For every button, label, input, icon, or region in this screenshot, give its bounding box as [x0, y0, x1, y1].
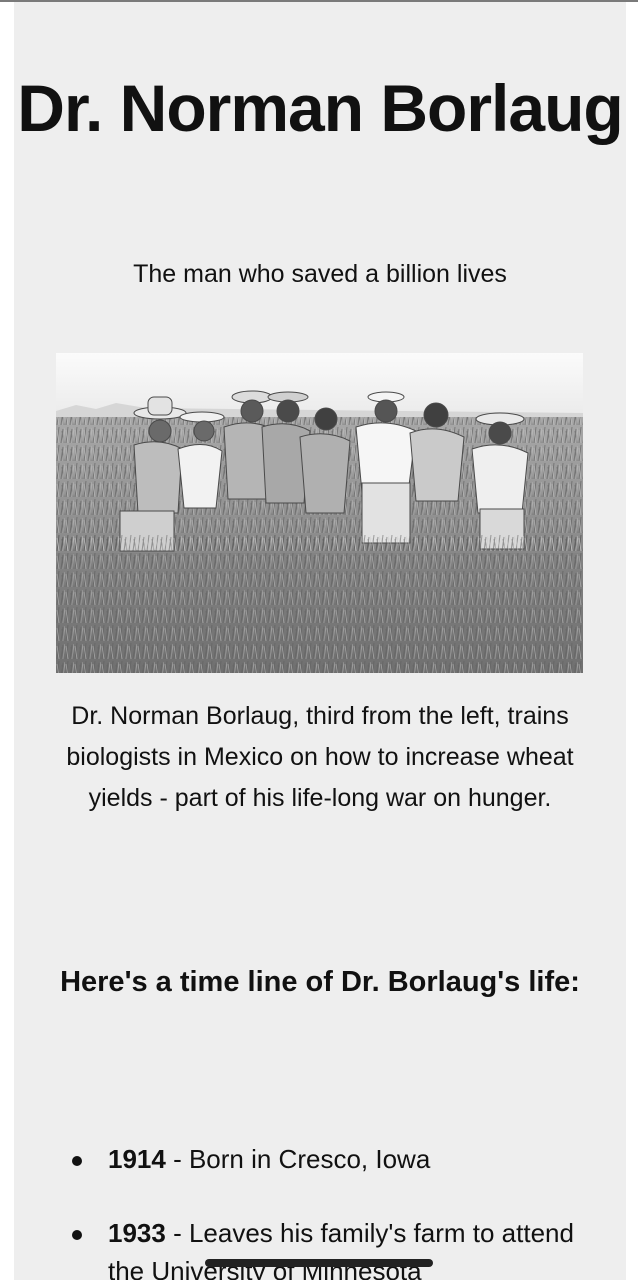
timeline-year: 1914 [108, 1144, 166, 1174]
timeline-item: 1914 - Born in Cresco, Iowa [72, 1140, 596, 1178]
photo-caption: Dr. Norman Borlaug, third from the left,… [66, 702, 574, 812]
timeline-year: 1933 [108, 1218, 166, 1248]
timeline-item-text: 1914 - Born in Cresco, Iowa [76, 1140, 596, 1178]
timeline-item-text: 1933 - Leaves his family's farm to atten… [76, 1214, 596, 1280]
timeline-heading: Here's a time line of Dr. Borlaug's life… [60, 966, 580, 998]
home-indicator[interactable] [205, 1259, 433, 1267]
bullet-icon [72, 1230, 82, 1240]
article-page: Dr. Norman Borlaug The man who saved a b… [14, 2, 626, 1280]
timeline-item: 1933 - Leaves his family's farm to atten… [72, 1214, 596, 1280]
bullet-icon [72, 1156, 82, 1166]
timeline-event: - Born in Cresco, Iowa [165, 1144, 431, 1174]
page-title: Dr. Norman Borlaug [17, 71, 623, 145]
timeline-event: - Leaves his family's farm to attend the… [108, 1218, 574, 1280]
page-subtitle: The man who saved a billion lives [133, 260, 507, 288]
borlaug-field-photo [56, 353, 583, 673]
